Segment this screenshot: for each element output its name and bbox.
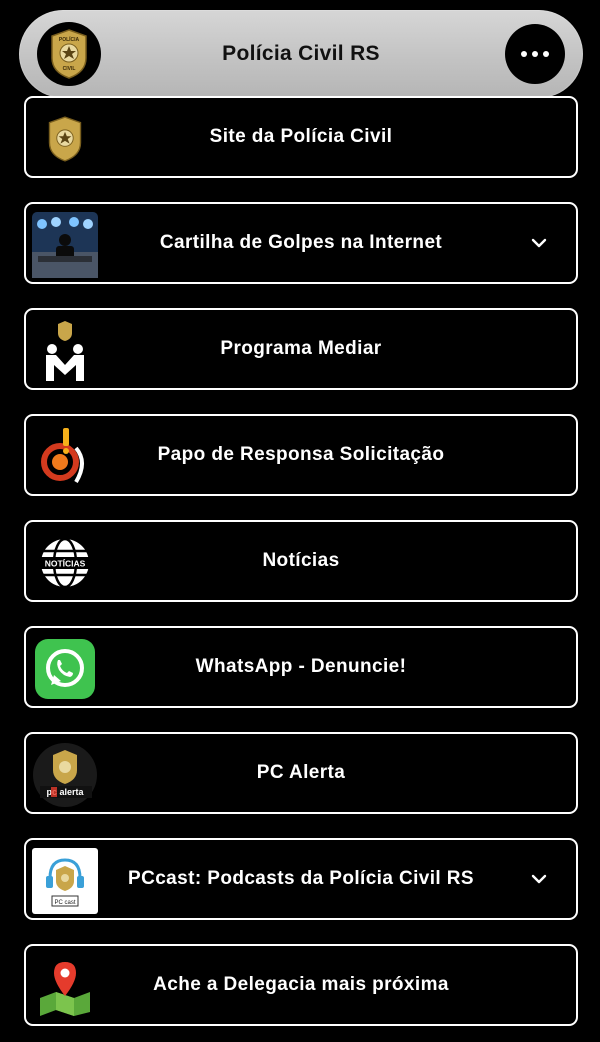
link-label: Notícias [262, 550, 340, 571]
chevron-down-icon[interactable] [528, 868, 550, 890]
link-ache-a-delegacia[interactable]: Ache a Delegacia mais próxima [24, 944, 578, 1026]
link-label: Site da Polícia Civil [209, 126, 393, 147]
link-label: Ache a Delegacia mais próxima [153, 974, 449, 995]
link-label: PC Alerta [256, 762, 346, 783]
link-label: Papo de Responsa Solicitação [157, 444, 445, 465]
more-options-button[interactable] [505, 24, 565, 84]
link-label: WhatsApp - Denuncie! [195, 656, 407, 677]
link-programa-mediar[interactable]: Programa Mediar [24, 308, 578, 390]
chevron-down-icon[interactable] [528, 232, 550, 254]
link-label: PCcast: Podcasts da Polícia Civil RS [128, 868, 474, 889]
link-site-policia-civil[interactable]: Site da Polícia Civil [24, 96, 578, 178]
more-dot [543, 51, 549, 57]
link-papo-de-responsa[interactable]: Papo de Responsa Solicitação [24, 414, 578, 496]
page-title: Polícia Civil RS [222, 42, 380, 65]
more-horizontal-icon [521, 51, 527, 57]
link-pc-alerta[interactable]: pc alerta PC Alerta [24, 732, 578, 814]
link-cartilha-golpes[interactable]: Cartilha de Golpes na Internet [24, 202, 578, 284]
link-label: Programa Mediar [220, 338, 382, 359]
link-label: Cartilha de Golpes na Internet [159, 232, 443, 253]
profile-header: POLÍCIA CIVIL Polícia Civil RS [19, 10, 583, 98]
link-pccast[interactable]: PC cast PCcast: Podcasts da Polícia Civi… [24, 838, 578, 920]
more-dot [532, 51, 538, 57]
link-whatsapp-denuncie[interactable]: WhatsApp - Denuncie! [24, 626, 578, 708]
link-noticias[interactable]: NOTÍCIAS Notícias [24, 520, 578, 602]
link-list: Site da Polícia Civil Cartilha de Golpes… [24, 96, 578, 1026]
